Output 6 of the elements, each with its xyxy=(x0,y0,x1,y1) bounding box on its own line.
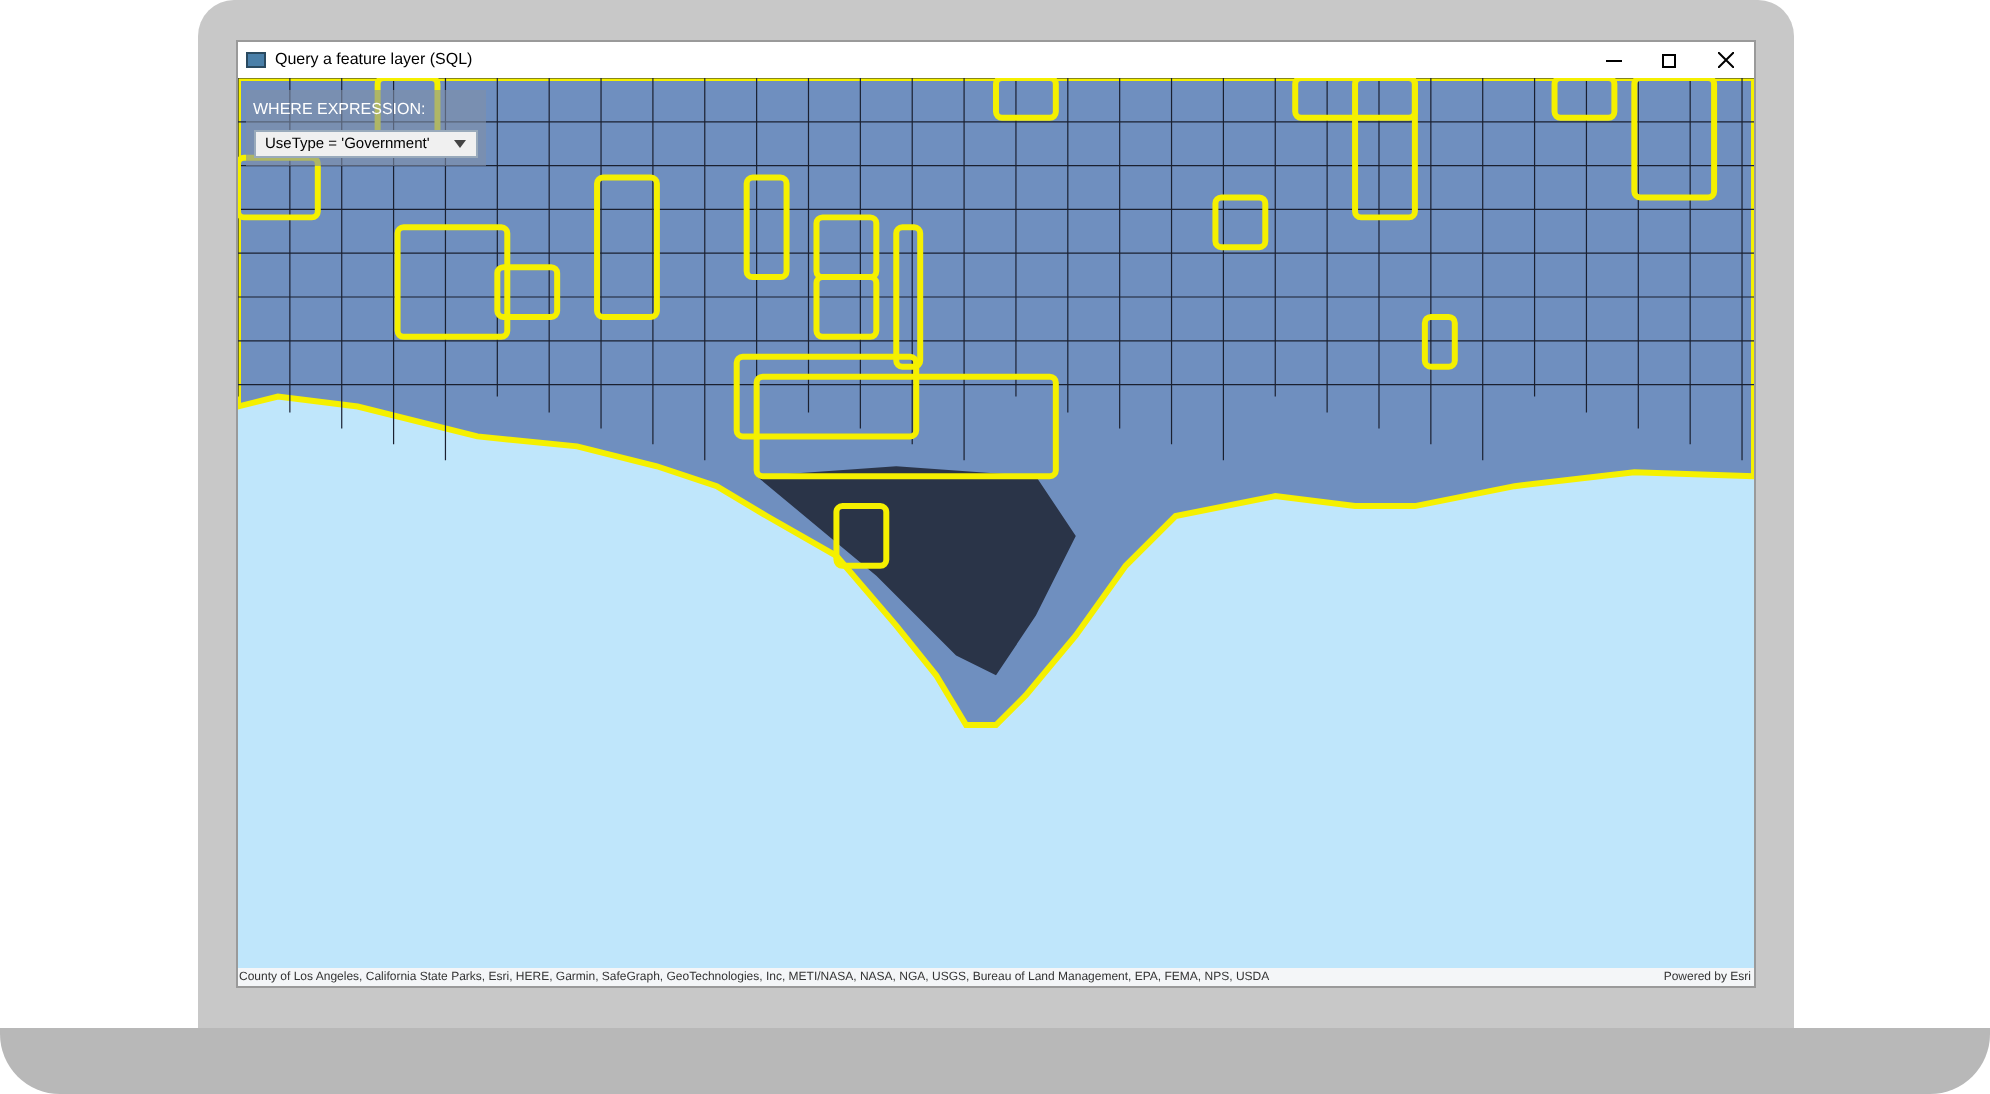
caret-icon xyxy=(453,140,465,148)
maximize-icon xyxy=(1662,53,1676,67)
app-icon xyxy=(245,52,265,68)
minimize-icon xyxy=(1605,59,1621,61)
close-icon xyxy=(1717,52,1733,68)
window-title: Query a feature layer (SQL) xyxy=(275,48,473,72)
